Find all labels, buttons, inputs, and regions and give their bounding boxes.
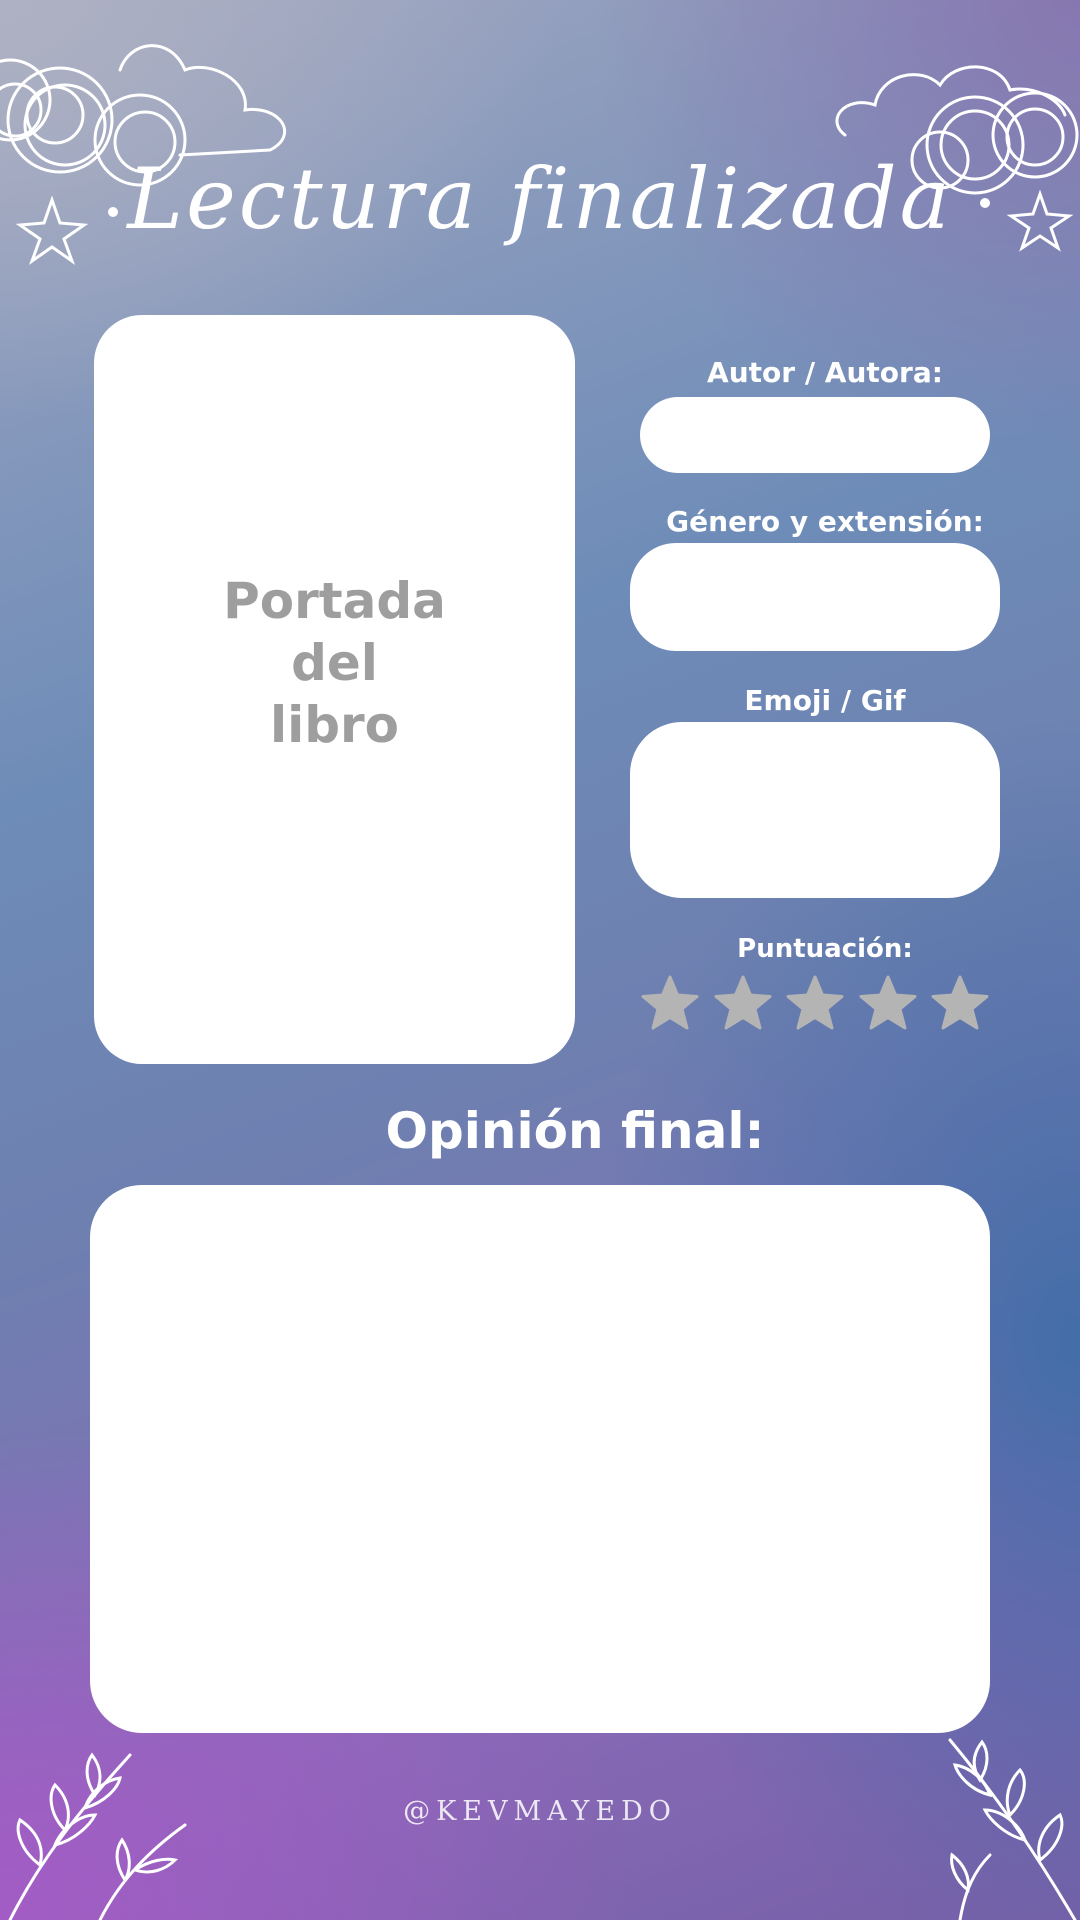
cover-placeholder-line: del: [291, 634, 378, 692]
rating-stars[interactable]: [640, 975, 990, 1031]
cover-placeholder-line: Portada: [223, 572, 446, 630]
author-field[interactable]: [640, 397, 990, 473]
author-label: Autor / Autora:: [707, 356, 943, 389]
rating-star-icon[interactable]: [785, 975, 845, 1031]
genre-length-field[interactable]: [630, 543, 1000, 651]
final-opinion-field[interactable]: [90, 1185, 990, 1733]
rating-star-icon[interactable]: [640, 975, 700, 1031]
author-credit: @KEVMAYEDO: [403, 1796, 677, 1827]
emoji-gif-label: Emoji / Gif: [744, 684, 906, 717]
rating-star-icon[interactable]: [858, 975, 918, 1031]
genre-length-label: Género y extensión:: [666, 505, 984, 538]
rating-star-icon[interactable]: [713, 975, 773, 1031]
page-title: Lectura finalizada: [127, 150, 953, 248]
rating-label: Puntuación:: [737, 934, 913, 964]
cover-placeholder-line: libro: [269, 696, 400, 754]
book-cover-placeholder: Portada del libro: [94, 570, 575, 756]
emoji-gif-field[interactable]: [630, 722, 1000, 898]
final-opinion-label: Opinión final:: [385, 1102, 765, 1160]
rating-star-icon[interactable]: [930, 975, 990, 1031]
